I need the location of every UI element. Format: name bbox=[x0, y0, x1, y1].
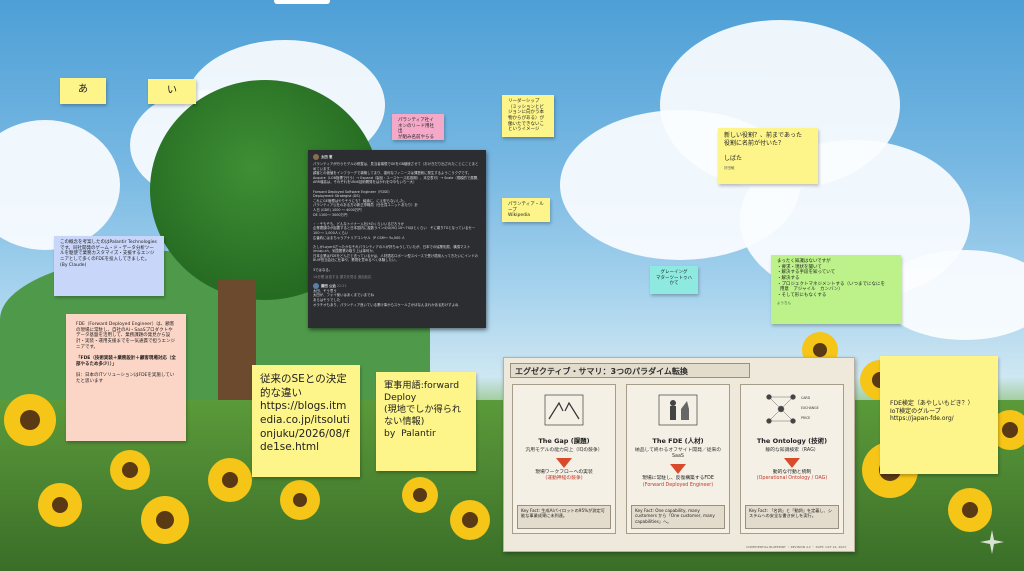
exec-key-fact: Key Fact: 生成AIパイロットの95%が測定可能な事業成果に未到達。 bbox=[517, 505, 611, 529]
chat-message-body: パランティアが行うモデルの修整は、見当者構想でGEをGB継続させて（おけきだり出… bbox=[313, 162, 481, 272]
network-graph-icon: CARD EXCHANGE PRICE bbox=[766, 394, 819, 424]
note-link[interactable]: https://blogs.itmedia.co.jp/itsolutionju… bbox=[260, 400, 352, 455]
note-link[interactable]: https://japan-fde.org/ bbox=[890, 415, 990, 423]
sticky-note-military-term[interactable]: 軍事用語:forward Deploy (現地でしか得られない情報) by Pa… bbox=[376, 372, 476, 471]
note-text: まったく知識はないですが ・要求・現状を聞いて ・解決する手段を知っていて ・解… bbox=[777, 259, 885, 298]
exec-col-heading: The FDE (人材) bbox=[652, 437, 704, 445]
exec-col-heading: The Ontology (技術) bbox=[756, 437, 828, 445]
exec-col-heading: The Gap (課題) bbox=[538, 437, 590, 445]
note-text: グレーイング マターツートゥハ かて bbox=[656, 270, 692, 287]
exec-col-result-sub: (運動神経の競争) bbox=[545, 476, 583, 482]
reply-time: 22:21 bbox=[336, 283, 347, 288]
note-text: 新しい役割？、前まであった 役割に名前が付いた？ しばた bbox=[724, 132, 802, 162]
note-text: パランティア社イ ネンのリード用社出 が組み名前やらるの bbox=[398, 118, 434, 140]
sticky-note-se-difference[interactable]: 従来のSEとの決定的な違い https://blogs.itmedia.co.j… bbox=[252, 365, 360, 477]
note-author: 好田敏 bbox=[724, 166, 735, 170]
down-arrow-icon bbox=[556, 458, 572, 469]
exec-column-gap: The Gap (課題) 汎用モデルの能力向上（IQの競争） 現場ワークフローへ… bbox=[512, 384, 616, 534]
reply-username: 藤田 公治 bbox=[321, 283, 336, 288]
ontology-label: CARD bbox=[801, 396, 811, 400]
note-title: 従来のSEとの決定的な違い bbox=[260, 373, 347, 399]
chat-screenshot-image[interactable]: 太田 徹 パランティアが行うモデルの修整は、見当者構想でGEをGB継続させて（お… bbox=[308, 150, 486, 328]
note-text: あ bbox=[78, 84, 88, 95]
sticky-note-palantir[interactable]: パランティア社イ ネンのリード用社出 が組み名前やらるの bbox=[392, 114, 444, 140]
note-text: リーダーシップ（ミッションとビジョンに向かう本物からがある）が働いたできないこと… bbox=[508, 99, 544, 133]
sparkle-icon bbox=[980, 530, 1004, 554]
chat-meta: 14分間 返信する 原文を見る 追加反応 bbox=[313, 275, 372, 280]
sticky-note-a[interactable]: あ bbox=[60, 78, 106, 104]
note-text: 軍事用語:forward Deploy (現地でしか得られない情報) by Pa… bbox=[384, 380, 462, 439]
hands-gap-icon bbox=[544, 394, 584, 426]
down-arrow-icon bbox=[784, 458, 800, 469]
executive-summary-image[interactable]: エグゼクティブ・サマリ：3つのパラダイム転換 The Gap (課題) 汎用モデ… bbox=[503, 357, 855, 552]
exec-col-desc: 納品して終わるオフサイト開発／従来のSaaS bbox=[634, 448, 722, 460]
exec-key-fact: Key Fact: One capability, many customers… bbox=[631, 505, 725, 529]
sticky-note-claude[interactable]: この概念を考案したのはPalantir Technologiesです。同社開発の… bbox=[54, 236, 164, 296]
exec-column-ontology: CARD EXCHANGE PRICE The Ontology (技術) 静的… bbox=[740, 384, 844, 534]
reply-line: オラチオもあり、パランティア良いている業け事からスケールさかほなんまれかある形け… bbox=[313, 302, 459, 307]
sticky-note-i[interactable]: い bbox=[148, 79, 196, 104]
note-text-bold: 「FDE（技術実装＋業務設計＋顧客現場対応（全部やるため多少））」 bbox=[76, 356, 176, 367]
sticky-note-leadership[interactable]: リーダーシップ（ミッションとビジョンに向かう本物からがある）が働いたできないこと… bbox=[502, 95, 554, 137]
avatar bbox=[313, 282, 319, 289]
chat-username: 太田 徹 bbox=[321, 155, 333, 159]
exec-footer: CONFIDENTIAL BLUEPRINT ・ REVISION 4.2 ・ … bbox=[746, 545, 846, 549]
note-link[interactable]: パランティア・ループ Wikipedia bbox=[508, 202, 544, 219]
exec-col-result-sub: (Operational Ontology / OAG) bbox=[756, 476, 828, 482]
sticky-note-requirements[interactable]: まったく知識はないですが ・要求・現状を聞いて ・解決する手段を知っていて ・解… bbox=[771, 255, 901, 324]
exec-column-fde: The FDE (人材) 納品して終わるオフサイト開発／従来のSaaS 現場に常… bbox=[626, 384, 730, 534]
top-tab[interactable] bbox=[274, 0, 330, 4]
ontology-label: EXCHANGE bbox=[801, 406, 819, 410]
down-arrow-icon bbox=[670, 464, 686, 475]
exec-col-desc: 汎用モデルの能力向上（IQの競争） bbox=[525, 448, 603, 453]
avatar bbox=[313, 154, 319, 160]
ontology-label: PRICE bbox=[801, 416, 810, 420]
exec-col-desc: 静的な知識検索（RAG） bbox=[765, 448, 819, 453]
sticky-note-fde-definition[interactable]: FDE（Forward Deployed Engineer）は、顧客の現場に常駐… bbox=[66, 314, 186, 441]
note-text: この概念を考案したのはPalantir Technologiesです。同社開発の… bbox=[60, 240, 157, 268]
note-author: ようちん bbox=[777, 301, 791, 306]
note-text: い bbox=[167, 85, 177, 96]
note-text: FDE（Forward Deployed Engineer）は、顧客の現場に常駐… bbox=[76, 322, 175, 350]
note-text: FDE検定（あやしいもどき？） IoT検定のグループ bbox=[890, 400, 974, 415]
chess-pieces-icon bbox=[658, 394, 698, 426]
exec-col-result-sub: (Forward Deployed Engineer) bbox=[642, 482, 714, 488]
exec-title: エグゼクティブ・サマリ：3つのパラダイム転換 bbox=[510, 363, 750, 378]
sticky-note-fde-kentei[interactable]: FDE検定（あやしいもどき？） IoT検定のグループ https://japan… bbox=[880, 356, 998, 474]
sticky-note-gray-area[interactable]: グレーイング マターツートゥハ かて bbox=[650, 266, 698, 294]
note-text: 旧：日本のITソリューションはFDEを実施していたと思います bbox=[76, 373, 175, 384]
whiteboard-canvas[interactable]: あ い パランティア社イ ネンのリード用社出 が組み名前やらるの リーダーシップ… bbox=[0, 0, 1024, 571]
sticky-note-new-role[interactable]: 新しい役割？、前まであった 役割に名前が付いた？ しばた 好田敏 bbox=[718, 128, 818, 184]
exec-key-fact: Key Fact: 「名詞」と「動詞」を定義し、システムへの安全な書き戻しを実行… bbox=[745, 505, 839, 529]
sticky-note-palantir-loop[interactable]: パランティア・ループ Wikipedia bbox=[502, 198, 550, 222]
